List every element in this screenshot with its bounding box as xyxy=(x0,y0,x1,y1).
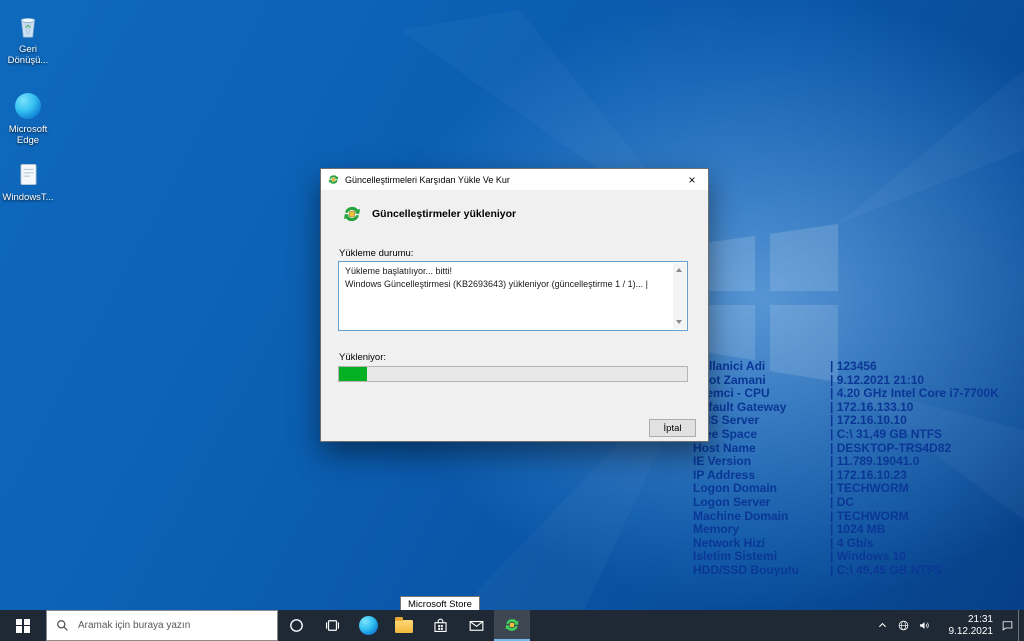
progress-label: Yükleniyor: xyxy=(339,352,386,363)
scrollbar[interactable] xyxy=(673,263,686,329)
chevron-up-icon xyxy=(875,618,890,633)
file-explorer-button[interactable] xyxy=(386,610,422,641)
bginfo-row: DNS Server| 172.16.10.10 xyxy=(693,413,1024,427)
volume-icon xyxy=(917,618,932,633)
dialog-title: Güncelleştirmeleri Karşıdan Yükle Ve Kur xyxy=(345,175,676,185)
bginfo-row: IP Address| 172.16.10.23 xyxy=(693,468,1024,482)
bginfo-row: Free Space| C:\ 31,49 GB NTFS xyxy=(693,427,1024,441)
status-lines: Yükleme başlatılıyor... bitti! Windows G… xyxy=(339,262,687,293)
bginfo-row: Host Name| DESKTOP-TRS4D82 xyxy=(693,441,1024,455)
close-button[interactable]: × xyxy=(676,173,708,187)
store-icon xyxy=(431,616,450,635)
bginfo-row: Machine Domain| TECHWORM xyxy=(693,509,1024,523)
bginfo-row: Network Hizi| 4 Gb/s xyxy=(693,536,1024,550)
dialog-body: Güncelleştirmeler yükleniyor Yükleme dur… xyxy=(321,190,708,441)
bginfo-panel: Kullanici Adi| 123456 Boot Zamani| 9.12.… xyxy=(693,359,1024,577)
installer-dialog: Güncelleştirmeleri Karşıdan Yükle Ve Kur… xyxy=(320,168,709,442)
folder-icon xyxy=(395,620,413,633)
windows-tool-icon[interactable]: WindowsT... xyxy=(0,158,56,203)
bginfo-row: HDD/SSD Bouyutu| C:\ 49,45 GB NTFS xyxy=(693,563,1024,577)
taskbar: 21:31 9.12.2021 xyxy=(0,610,1024,641)
search-icon xyxy=(56,619,69,632)
show-desktop-button[interactable] xyxy=(1018,610,1024,641)
bginfo-row: Kullanici Adi| 123456 xyxy=(693,359,1024,373)
cortana-icon xyxy=(287,616,306,635)
task-view-button[interactable] xyxy=(314,610,350,641)
edge-icon xyxy=(359,616,378,635)
windows-logo-icon xyxy=(16,619,30,633)
network-globe-icon xyxy=(896,618,911,633)
status-line: Windows Güncelleştirmesi (KB2693643) yük… xyxy=(345,278,669,291)
taskbar-clock[interactable]: 21:31 9.12.2021 xyxy=(935,610,997,641)
action-center-icon xyxy=(1000,618,1015,633)
mail-taskbar-button[interactable] xyxy=(458,610,494,641)
icon-label: Microsoft Edge xyxy=(0,124,56,146)
bginfo-row: Memory| 1024 MB xyxy=(693,522,1024,536)
recycle-bin-glyph xyxy=(0,10,56,42)
action-center-button[interactable] xyxy=(997,610,1018,641)
status-textarea[interactable]: Yükleme başlatılıyor... bitti! Windows G… xyxy=(338,261,688,331)
bginfo-row: Islemci - CPU| 4.20 GHz Intel Core i7-77… xyxy=(693,386,1024,400)
cortana-button[interactable] xyxy=(278,610,314,641)
edge-desktop-icon[interactable]: Microsoft Edge xyxy=(0,90,56,146)
recycle-bin-icon[interactable]: Geri Dönüşü... xyxy=(0,10,56,66)
edge-taskbar-button[interactable] xyxy=(350,610,386,641)
status-line: Yükleme başlatılıyor... bitti! xyxy=(345,265,669,278)
bginfo-row: Logon Domain| TECHWORM xyxy=(693,481,1024,495)
start-button[interactable] xyxy=(0,610,46,641)
network-button[interactable] xyxy=(893,610,914,641)
task-view-icon xyxy=(323,616,342,635)
status-label: Yükleme durumu: xyxy=(339,248,413,259)
search-box[interactable] xyxy=(46,610,278,641)
dialog-header: Güncelleştirmeler yükleniyor xyxy=(341,203,516,225)
progress-fill xyxy=(339,367,367,381)
clock-date: 9.12.2021 xyxy=(935,626,993,638)
dialog-titlebar[interactable]: Güncelleştirmeleri Karşıdan Yükle Ve Kur… xyxy=(321,169,708,190)
store-taskbar-button[interactable] xyxy=(422,610,458,641)
icon-label: Geri Dönüşü... xyxy=(0,44,56,66)
tray-expand-button[interactable] xyxy=(872,610,893,641)
installer-taskbar-button[interactable] xyxy=(494,610,530,641)
update-icon xyxy=(327,173,340,186)
document-glyph xyxy=(0,158,56,190)
desktop: Geri Dönüşü... Microsoft Edge WindowsT..… xyxy=(0,0,1024,641)
progress-bar xyxy=(338,366,688,382)
bginfo-row: Boot Zamani| 9.12.2021 21:10 xyxy=(693,373,1024,387)
mail-icon xyxy=(467,616,486,635)
update-icon-large xyxy=(341,203,363,225)
icon-label: WindowsT... xyxy=(0,192,56,203)
search-input[interactable] xyxy=(76,619,271,632)
cancel-button[interactable]: İptal xyxy=(649,419,696,437)
volume-button[interactable] xyxy=(914,610,935,641)
installer-icon xyxy=(503,616,521,634)
bginfo-row: Default Gateway| 172.16.133.10 xyxy=(693,400,1024,414)
edge-glyph xyxy=(0,90,56,122)
bginfo-row: Logon Server| DC xyxy=(693,495,1024,509)
bginfo-row: Isletim Sistemi| Windows 10 xyxy=(693,549,1024,563)
bginfo-row: IE Version| 11.789.19041.0 xyxy=(693,454,1024,468)
taskbar-spacer xyxy=(530,610,872,641)
dialog-header-text: Güncelleştirmeler yükleniyor xyxy=(372,208,516,220)
clock-time: 21:31 xyxy=(935,614,993,626)
